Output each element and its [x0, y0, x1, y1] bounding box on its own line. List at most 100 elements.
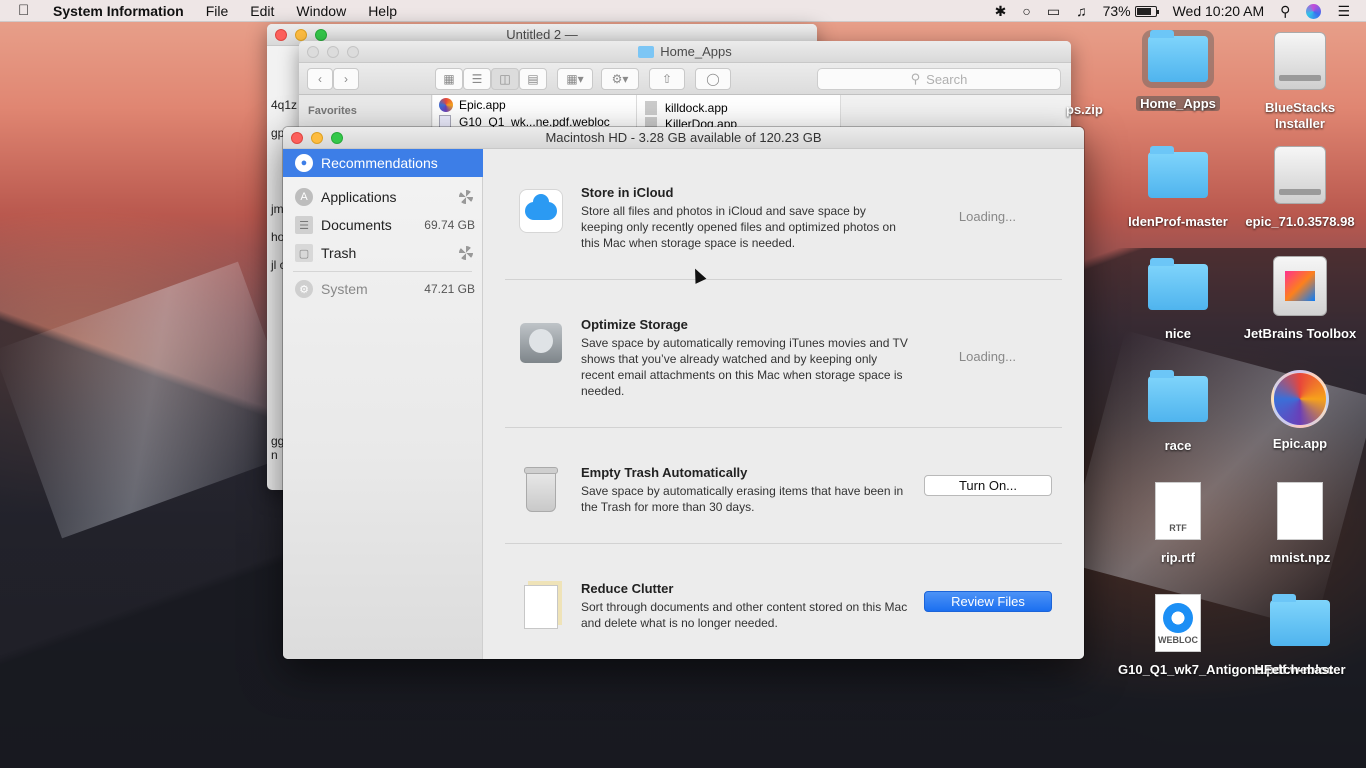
icon-label: HFetch-master — [1254, 662, 1346, 677]
menu-clock[interactable]: Wed 10:20 AM — [1173, 3, 1265, 19]
separator — [505, 543, 1062, 544]
menu-edit[interactable]: Edit — [250, 3, 274, 19]
documents-pile-icon — [519, 585, 563, 629]
minimize-button[interactable] — [311, 132, 323, 144]
tag-icon[interactable]: ◯ — [695, 68, 731, 90]
column-view-button[interactable]: ◫ — [491, 68, 519, 90]
sidebar-item-documents[interactable]: ☰ Documents 69.74 GB — [283, 211, 483, 239]
list-item[interactable]: Epic.app — [433, 95, 636, 115]
close-button[interactable] — [291, 132, 303, 144]
webloc-document-icon: WEBLOC — [1155, 594, 1201, 652]
icon-label: race — [1164, 438, 1192, 453]
rec-description: Store all files and photos in iCloud and… — [581, 204, 896, 250]
icon-label: Home_Apps — [1136, 96, 1220, 111]
desktop-folder-idenprof[interactable]: IdenProf-master — [1118, 146, 1238, 229]
action-gear-icon[interactable]: ⚙▾ — [601, 68, 639, 90]
close-button[interactable] — [275, 29, 287, 41]
forward-button[interactable]: › — [333, 68, 359, 90]
review-files-button[interactable]: Review Files — [924, 591, 1052, 612]
storage-management-window: Macintosh HD - 3.28 GB available of 120.… — [283, 127, 1084, 659]
desktop-epic-dmg[interactable]: epic_71.0.3578.98 — [1240, 146, 1360, 229]
desktop-folder-hfetch[interactable]: HFetch-master — [1240, 594, 1360, 677]
menu-help[interactable]: Help — [368, 3, 397, 19]
safari-compass-icon — [1163, 603, 1193, 633]
share-icon[interactable]: ⇧ — [649, 68, 685, 90]
gallery-view-button[interactable]: ▤ — [519, 68, 547, 90]
rec-description: Sort through documents and other content… — [581, 600, 908, 630]
trash-can-icon — [519, 467, 563, 513]
battery-icon — [1134, 5, 1159, 17]
icon-label: Epic.app — [1272, 436, 1328, 451]
search-icon: ⚲ — [910, 71, 921, 86]
zoom-button[interactable] — [347, 46, 359, 58]
text-snippet: 4q1z — [271, 98, 298, 112]
back-button[interactable]: ‹ — [307, 68, 333, 90]
turn-on-button[interactable]: Turn On... — [924, 475, 1052, 496]
zoom-button[interactable] — [315, 29, 327, 41]
folder-icon — [1148, 30, 1208, 82]
desktop-folder-nice[interactable]: nice — [1118, 258, 1238, 341]
folder-icon — [638, 45, 655, 58]
sidebar-item-applications[interactable]: A Applications — [283, 183, 483, 211]
rec-title: Reduce Clutter — [581, 581, 674, 596]
menu-app-name[interactable]: System Information — [53, 3, 184, 19]
icon-label: JetBrains Toolbox — [1243, 326, 1357, 341]
rec-status: Loading... — [958, 349, 1016, 364]
applications-icon: A — [295, 188, 313, 206]
loading-spinner-icon — [459, 190, 473, 204]
separator — [505, 279, 1062, 280]
sidebar-item-trash[interactable]: ▢ Trash — [283, 239, 483, 267]
battery-status[interactable]: 73% — [1102, 3, 1159, 19]
minimize-button[interactable] — [327, 46, 339, 58]
battery-percent: 73% — [1102, 3, 1131, 19]
storage-sidebar: ● Recommendations A Applications ☰ Docum… — [283, 149, 483, 659]
menu-window[interactable]: Window — [296, 3, 346, 19]
sidebar-item-label: Trash — [321, 245, 357, 261]
rec-title: Empty Trash Automatically — [581, 465, 748, 480]
sidebar-item-recommendations[interactable]: ● Recommendations — [283, 149, 483, 177]
desktop-folder-home-apps[interactable]: Home_Apps — [1118, 30, 1238, 111]
desktop-mnist-npz[interactable]: mnist.npz — [1240, 482, 1360, 565]
finder-search-input[interactable]: ⚲ Search — [817, 68, 1061, 90]
folder-icon — [1148, 370, 1208, 422]
minimize-button[interactable] — [295, 29, 307, 41]
rec-reduce-clutter: Reduce Clutter Sort through documents an… — [505, 577, 1062, 659]
desktop-epic-app[interactable]: Epic.app — [1240, 370, 1360, 451]
zoom-button[interactable] — [331, 132, 343, 144]
rec-title: Optimize Storage — [581, 317, 688, 332]
wifi-icon[interactable]: ○ — [1022, 3, 1030, 19]
notification-center-icon[interactable]: ☰ — [1337, 3, 1350, 20]
storage-titlebar: Macintosh HD - 3.28 GB available of 120.… — [283, 127, 1084, 149]
icon-label: rip.rtf — [1161, 550, 1195, 565]
epic-browser-icon — [1271, 370, 1329, 428]
window-title: Macintosh HD - 3.28 GB available of 120.… — [545, 130, 822, 145]
desktop-jetbrains-toolbox[interactable]: JetBrains Toolbox — [1240, 256, 1360, 341]
rtf-badge: RTF — [1169, 523, 1187, 533]
sidebar-divider — [293, 271, 472, 272]
loading-spinner-icon — [459, 246, 473, 260]
sidebar-item-label: Documents — [321, 217, 392, 233]
apple-menu-icon[interactable]:  — [18, 2, 38, 19]
airplay-icon[interactable]: ▭ — [1047, 3, 1060, 20]
icon-label: IdenProf-master — [1128, 214, 1228, 229]
document-icon — [1277, 482, 1323, 540]
menu-file[interactable]: File — [206, 3, 229, 19]
webloc-badge: WEBLOC — [1158, 635, 1198, 645]
jetbrains-toolbox-icon — [1273, 256, 1327, 316]
search-placeholder: Search — [926, 71, 968, 87]
close-button[interactable] — [307, 46, 319, 58]
desktop-folder-race[interactable]: race — [1118, 370, 1238, 453]
bluetooth-icon[interactable]: ✱ — [995, 3, 1007, 20]
spotlight-search-icon[interactable]: ⚲ — [1280, 3, 1290, 20]
desktop-rip-rtf[interactable]: RTF rip.rtf — [1118, 482, 1238, 565]
volume-icon[interactable]: ♫ — [1076, 3, 1087, 19]
desktop-webloc[interactable]: WEBLOC G10_Q1_wk7_Antigone.pdf.webloc — [1118, 594, 1334, 678]
arrange-button[interactable]: ▦▾ — [557, 68, 593, 90]
separator — [505, 427, 1062, 428]
list-item[interactable]: killdock.app — [637, 95, 840, 115]
siri-icon[interactable] — [1306, 3, 1322, 19]
icon-view-button[interactable]: ▦ — [435, 68, 463, 90]
desktop-bluestacks-installer[interactable]: BlueStacks Installer — [1240, 32, 1360, 132]
list-item-label: Epic.app — [459, 98, 506, 112]
list-view-button[interactable]: ☰ — [463, 68, 491, 90]
